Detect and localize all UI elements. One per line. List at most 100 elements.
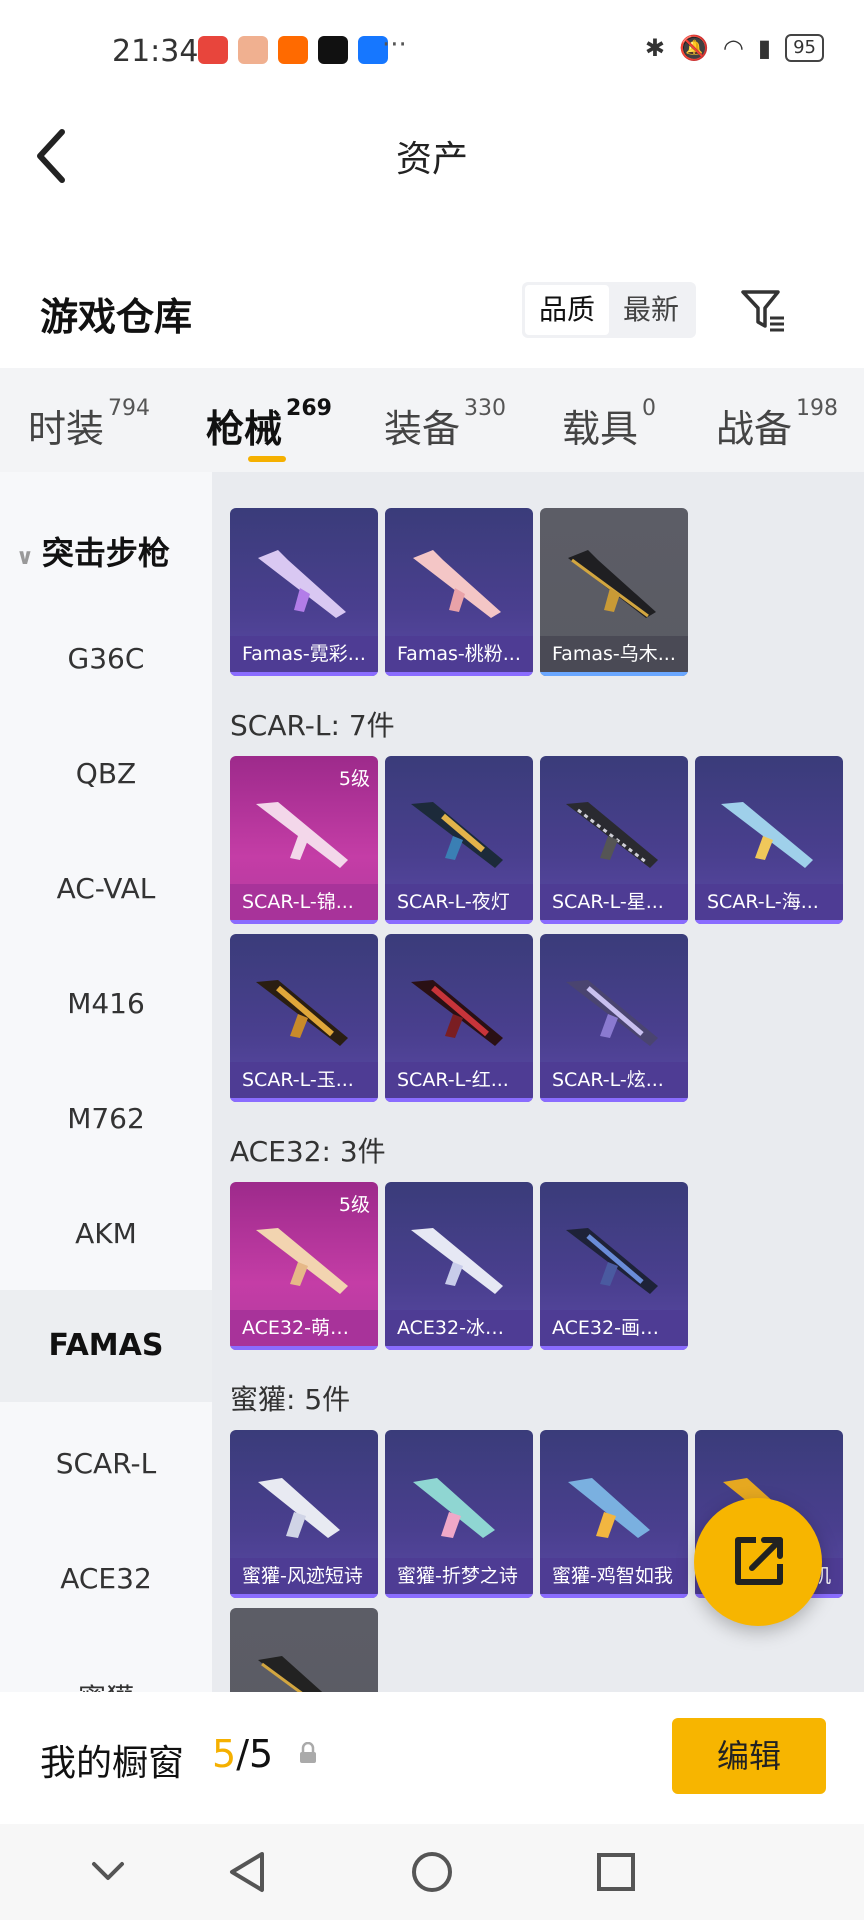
- weapon-skin-icon: [566, 802, 658, 868]
- nav-back-icon[interactable]: [226, 1850, 270, 1894]
- weapon-skin-icon: [413, 1478, 495, 1538]
- rarity-bar: [540, 920, 688, 924]
- rarity-bar: [230, 672, 378, 676]
- weapon-skin-icon: [566, 1228, 658, 1294]
- weapon-card[interactable]: SCAR-L-夜灯: [385, 756, 533, 924]
- weapon-card[interactable]: Famas-霓彩...: [230, 508, 378, 676]
- group-title-ace32: ACE32: 3件: [230, 1135, 386, 1168]
- nav-recents-icon[interactable]: [594, 1850, 638, 1894]
- alert-icon: ▮: [757, 34, 772, 62]
- weapon-card-label: ACE32-冰晶...: [385, 1310, 533, 1346]
- sort-newest-button[interactable]: 最新: [609, 285, 693, 335]
- rarity-bar: [695, 920, 843, 924]
- weapon-skin-icon: [256, 980, 348, 1046]
- share-fab[interactable]: [694, 1498, 822, 1626]
- rarity-bar: [385, 920, 533, 924]
- weapon-card-label: ACE32-萌骑...: [230, 1310, 378, 1346]
- rarity-bar: [540, 1346, 688, 1350]
- weapon-card[interactable]: 蜜獾-鸡智如我: [540, 1430, 688, 1598]
- rarity-bar: [385, 1346, 533, 1350]
- weapon-card-label: SCAR-L-炫...: [540, 1062, 688, 1098]
- bluetooth-icon: ✱: [644, 34, 666, 62]
- weapon-skin-icon: [258, 1656, 323, 1692]
- sidebar-item-qbz[interactable]: QBZ: [0, 757, 212, 790]
- weapon-card-label: Famas-乌木...: [540, 636, 688, 672]
- weapon-card[interactable]: 5级 SCAR-L-锦...: [230, 756, 378, 924]
- weapon-skin-icon: [568, 1478, 650, 1538]
- rarity-bar: [230, 1594, 378, 1598]
- section-header: 游戏仓库 品质 最新: [0, 270, 864, 370]
- category-tabs: 时装 794 枪械 269 装备 330 载具 0 战备 198: [0, 368, 864, 472]
- sidebar-item-akm[interactable]: AKM: [0, 1217, 212, 1250]
- weapon-card[interactable]: SCAR-L-玉...: [230, 934, 378, 1102]
- weapon-card-label: Famas-桃粉...: [385, 636, 533, 672]
- weapon-card[interactable]: Famas-乌木...: [540, 508, 688, 676]
- weapon-skin-icon: [256, 1228, 348, 1294]
- weapon-card-label: SCAR-L-红...: [385, 1062, 533, 1098]
- showcase-bar: 我的橱窗 5/5 编辑: [0, 1692, 864, 1824]
- weapon-card[interactable]: SCAR-L-红...: [385, 934, 533, 1102]
- weapon-card-label: SCAR-L-星...: [540, 884, 688, 920]
- weapon-skin-icon: [411, 802, 503, 868]
- tab-fashion[interactable]: 时装 794: [28, 396, 150, 453]
- weapon-card[interactable]: ACE32-画境...: [540, 1182, 688, 1350]
- edit-button[interactable]: 编辑: [672, 1718, 826, 1794]
- weapon-card-label: SCAR-L-玉...: [230, 1062, 378, 1098]
- lock-icon: [300, 1742, 316, 1763]
- sidebar-category[interactable]: ∨ 突击步枪: [16, 528, 170, 574]
- weapon-card[interactable]: Famas-桃粉...: [385, 508, 533, 676]
- sidebar-item-honeybadger[interactable]: 蜜獾: [0, 1677, 212, 1692]
- weapon-skin-icon: [256, 802, 348, 868]
- app-bar: 资产: [0, 100, 864, 210]
- status-right: ✱ 🔕 ◠ ▮ 95: [645, 34, 824, 62]
- weapon-card-label: SCAR-L-锦...: [230, 884, 378, 920]
- rarity-bar: [540, 672, 688, 676]
- weapon-skin-icon: [413, 550, 501, 618]
- group-title-scarl: SCAR-L: 7件: [230, 709, 395, 742]
- tab-vehicles[interactable]: 载具 0: [562, 396, 656, 453]
- rarity-bar: [230, 1098, 378, 1102]
- nav-home-icon[interactable]: [410, 1850, 454, 1894]
- status-bar: 21:34 ··· ✱ 🔕 ◠ ▮ 95: [0, 0, 864, 100]
- sidebar-item-m416[interactable]: M416: [0, 987, 212, 1020]
- weapon-skin-icon: [411, 1228, 503, 1294]
- filter-icon[interactable]: [740, 288, 786, 332]
- weapon-card-label: 蜜獾-风迹短诗: [230, 1558, 378, 1594]
- weapon-skin-icon: [258, 550, 346, 618]
- weapon-card[interactable]: ACE32-冰晶...: [385, 1182, 533, 1350]
- weapon-card[interactable]: 蜜獾-风迹短诗: [230, 1430, 378, 1598]
- weapon-card[interactable]: SCAR-L-炫...: [540, 934, 688, 1102]
- sidebar-item-ace32[interactable]: ACE32: [0, 1562, 212, 1595]
- chevron-down-icon[interactable]: [88, 1850, 128, 1890]
- weapon-sidebar: ∨ 突击步枪 G36C QBZ AC-VAL M416 M762 AKM FAMA…: [0, 472, 212, 1692]
- weapon-card[interactable]: SCAR-L-海...: [695, 756, 843, 924]
- weapon-skin-icon: [411, 980, 503, 1046]
- sidebar-item-acval[interactable]: AC-VAL: [0, 872, 212, 905]
- sidebar-item-m762[interactable]: M762: [0, 1102, 212, 1135]
- weapon-card-label: 蜜獾-鸡智如我: [540, 1558, 688, 1594]
- weapon-card[interactable]: 蜜獾-折梦之诗: [385, 1430, 533, 1598]
- taobao-icon: [278, 36, 308, 64]
- sidebar-item-famas[interactable]: FAMAS: [0, 1290, 212, 1402]
- rarity-bar: [230, 920, 378, 924]
- rarity-bar: [385, 1098, 533, 1102]
- tiktok-icon: [318, 36, 348, 64]
- app-notification-icon: [238, 36, 268, 64]
- weapon-card[interactable]: [230, 1608, 378, 1692]
- tab-supplies[interactable]: 战备 198: [716, 396, 838, 453]
- sidebar-item-scarl[interactable]: SCAR-L: [0, 1447, 212, 1480]
- weapon-skin-icon: [566, 980, 658, 1046]
- sidebar-item-g36c[interactable]: G36C: [0, 642, 212, 675]
- rarity-bar: [230, 1346, 378, 1350]
- system-nav-bar: [0, 1824, 864, 1920]
- sort-quality-button[interactable]: 品质: [525, 285, 610, 335]
- showcase-count: 5/5: [212, 1732, 274, 1776]
- tab-equipment[interactable]: 装备 330: [384, 396, 506, 453]
- mute-icon: 🔕: [679, 34, 709, 62]
- weapon-card[interactable]: 5级 ACE32-萌骑...: [230, 1182, 378, 1350]
- rarity-bar: [385, 1594, 533, 1598]
- weapon-card-label: Famas-霓彩...: [230, 636, 378, 672]
- weapon-card[interactable]: SCAR-L-星...: [540, 756, 688, 924]
- tab-guns[interactable]: 枪械 269: [206, 396, 332, 453]
- weapon-card-label: SCAR-L-夜灯: [385, 884, 533, 920]
